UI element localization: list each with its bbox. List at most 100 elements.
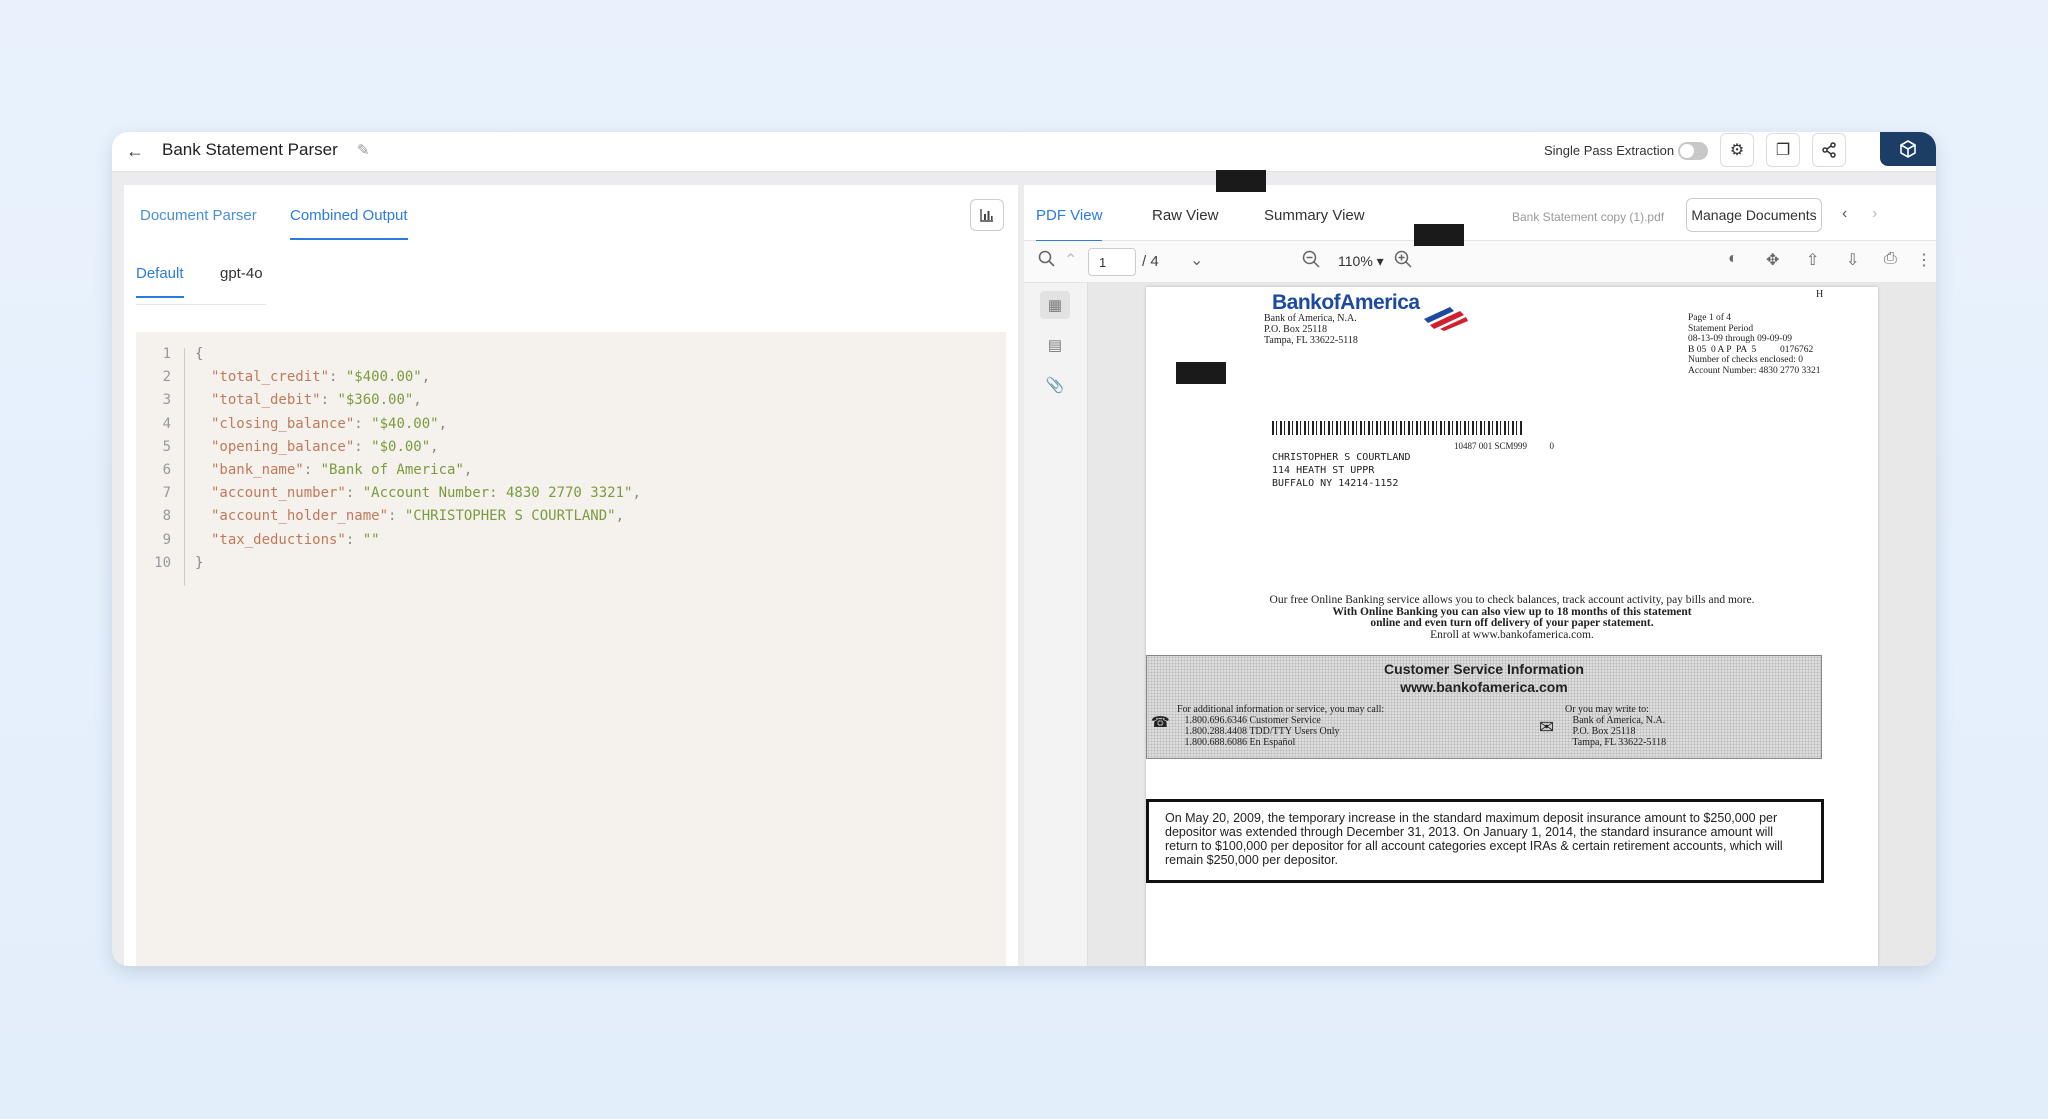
line-number: 2 [162, 369, 171, 386]
tab-gpt-4o[interactable]: gpt-4o [220, 265, 263, 296]
tab-document-parser[interactable]: Document Parser [140, 207, 257, 238]
pdf-sidebar: ▦ ▤ 📎 [1024, 283, 1088, 966]
json-comma: , [421, 369, 431, 386]
line-number: 4 [162, 415, 171, 432]
share-icon[interactable] [1812, 133, 1846, 167]
left-panel: Document Parser Combined Output Default … [124, 185, 1018, 966]
brace: { [195, 346, 204, 362]
bank-address: Bank of America, N.A. P.O. Box 25118 Tam… [1264, 313, 1358, 346]
manage-documents-button[interactable]: Manage Documents [1686, 198, 1822, 232]
document-file-name: Bank Statement copy (1).pdf [1512, 210, 1665, 224]
page-number-input[interactable]: 1 [1088, 248, 1136, 276]
json-comma: , [632, 485, 641, 502]
code-text: "total_debit": "$360.00", [211, 392, 422, 408]
theme-icon[interactable]: ◐ [1728, 250, 1738, 268]
code-text: } [195, 555, 203, 571]
model-tabs: Default gpt-4o [136, 265, 266, 305]
json-output-editor[interactable]: 1 {2 "total_credit": "$400.00", 3 "total_deb… [136, 332, 1006, 966]
redaction-bar [1176, 362, 1226, 384]
page-title: Bank Statement Parser [162, 140, 338, 159]
json-value: "$360.00" [337, 392, 414, 409]
json-comma: , [430, 438, 439, 455]
json-colon: : [329, 369, 346, 386]
code-text: "account_number": "Account Number: 4830 … [211, 485, 641, 501]
upload-icon[interactable]: ⇧ [1806, 250, 1819, 270]
promo-line-3: online and even turn off delivery of you… [1370, 617, 1654, 629]
chevron-up-icon[interactable]: ⌃ [1064, 250, 1077, 270]
bank-logo: BankofAmerica [1272, 291, 1420, 314]
mail-code: 10487 001 SCM999 0 [1454, 441, 1555, 451]
thumbnails-icon[interactable]: ▦ [1040, 291, 1070, 319]
tab-raw-view[interactable]: Raw View [1152, 207, 1218, 240]
customer-service-url: www.bankofamerica.com [1400, 679, 1568, 695]
promo-line-1: Our free Online Banking service allows y… [1269, 594, 1755, 606]
json-value: "Account Number: 4830 2770 3321" [362, 485, 633, 502]
code-text: { [195, 346, 203, 362]
envelope-icon: ✉ [1539, 717, 1555, 737]
json-value: "CHRISTOPHER S COURTLAND" [404, 508, 616, 525]
promo-line-4: Enroll at www.bankofamerica.com. [1430, 628, 1594, 641]
phone-icon: ☎ [1151, 715, 1170, 731]
code-text: "account_holder_name": "CHRISTOPHER S CO… [211, 508, 624, 524]
code-text: "bank_name": "Bank of America", [211, 462, 472, 478]
outline-icon[interactable]: ▤ [1040, 331, 1070, 359]
right-panel: PDF View Raw View Summary View Bank Stat… [1024, 185, 1936, 966]
json-key: "closing_balance" [211, 415, 355, 432]
next-document-icon[interactable]: › [1872, 205, 1877, 223]
more-options-icon[interactable]: ⋮ [1916, 250, 1932, 270]
cube-icon[interactable] [1880, 132, 1936, 166]
chevron-down-icon[interactable]: ⌄ [1190, 250, 1203, 270]
attachment-icon[interactable]: 📎 [1040, 371, 1070, 399]
json-key: "account_holder_name" [211, 508, 389, 525]
pdf-page: H BankofAmerica Bank of America, N.A. P.… [1146, 287, 1878, 966]
print-icon[interactable]: ⎙ [1884, 250, 1897, 268]
tab-default[interactable]: Default [136, 265, 184, 298]
json-comma: , [438, 415, 448, 432]
json-colon: : [354, 415, 372, 432]
top-bar: ← Bank Statement Parser ✎ Single Pass Ex… [112, 132, 1936, 172]
customer-service-title: Customer Service Information [1384, 661, 1584, 677]
zoom-out-icon[interactable] [1302, 250, 1320, 273]
json-colon: : [303, 462, 321, 478]
json-comma: , [413, 392, 422, 409]
download-icon[interactable]: ⇩ [1846, 250, 1859, 270]
line-gutter [184, 348, 185, 586]
brace: } [195, 554, 204, 571]
tab-summary-view[interactable]: Summary View [1264, 207, 1365, 240]
edit-pencil-icon[interactable]: ✎ [357, 141, 370, 159]
line-number: 5 [162, 438, 171, 455]
settings-gear-icon[interactable]: ⚙ [1720, 133, 1754, 167]
view-tabs: PDF View Raw View Summary View Bank Stat… [1024, 185, 1936, 242]
single-pass-toggle[interactable] [1678, 142, 1708, 160]
prev-document-icon[interactable]: ‹ [1842, 205, 1847, 223]
json-colon: : [345, 485, 363, 502]
json-key: "total_credit" [211, 369, 330, 386]
json-key: "total_debit" [211, 392, 321, 409]
copy-icon[interactable]: ❐ [1766, 133, 1800, 167]
zoom-level-select[interactable]: 110% ▾ [1338, 253, 1384, 270]
pan-move-icon[interactable]: ✥ [1766, 250, 1779, 270]
pdf-toolbar: ⌃ 1 / 4 ⌄ 110% ▾ ◐ ✥ ⇧ ⇩ ⎙ ⋮ [1024, 241, 1936, 283]
json-comma: , [463, 462, 473, 478]
postal-barcode [1272, 421, 1522, 435]
tab-combined-output[interactable]: Combined Output [290, 207, 408, 240]
json-value: "Bank of America" [320, 462, 464, 478]
json-colon: : [354, 438, 372, 455]
pdf-viewer[interactable]: H BankofAmerica Bank of America, N.A. P.… [1088, 283, 1936, 966]
single-pass-label: Single Pass Extraction [1544, 143, 1675, 158]
json-key: "tax_deductions" [211, 531, 346, 548]
chart-icon[interactable] [970, 199, 1004, 231]
line-number: 6 [162, 462, 171, 478]
redaction-bar [1216, 170, 1266, 192]
back-arrow-icon[interactable]: ← [126, 141, 144, 162]
json-key: "account_number" [211, 485, 346, 502]
json-value: "$0.00" [371, 438, 431, 455]
zoom-in-icon[interactable] [1394, 250, 1412, 273]
line-number: 9 [162, 531, 171, 548]
search-icon[interactable] [1038, 250, 1055, 272]
line-number: 8 [162, 508, 171, 525]
code-text: "tax_deductions": "" [211, 532, 380, 548]
tab-pdf-view[interactable]: PDF View [1036, 207, 1103, 242]
json-colon: : [320, 392, 338, 409]
customer-service-heading: Customer Service Information www.bankofa… [1147, 660, 1821, 696]
